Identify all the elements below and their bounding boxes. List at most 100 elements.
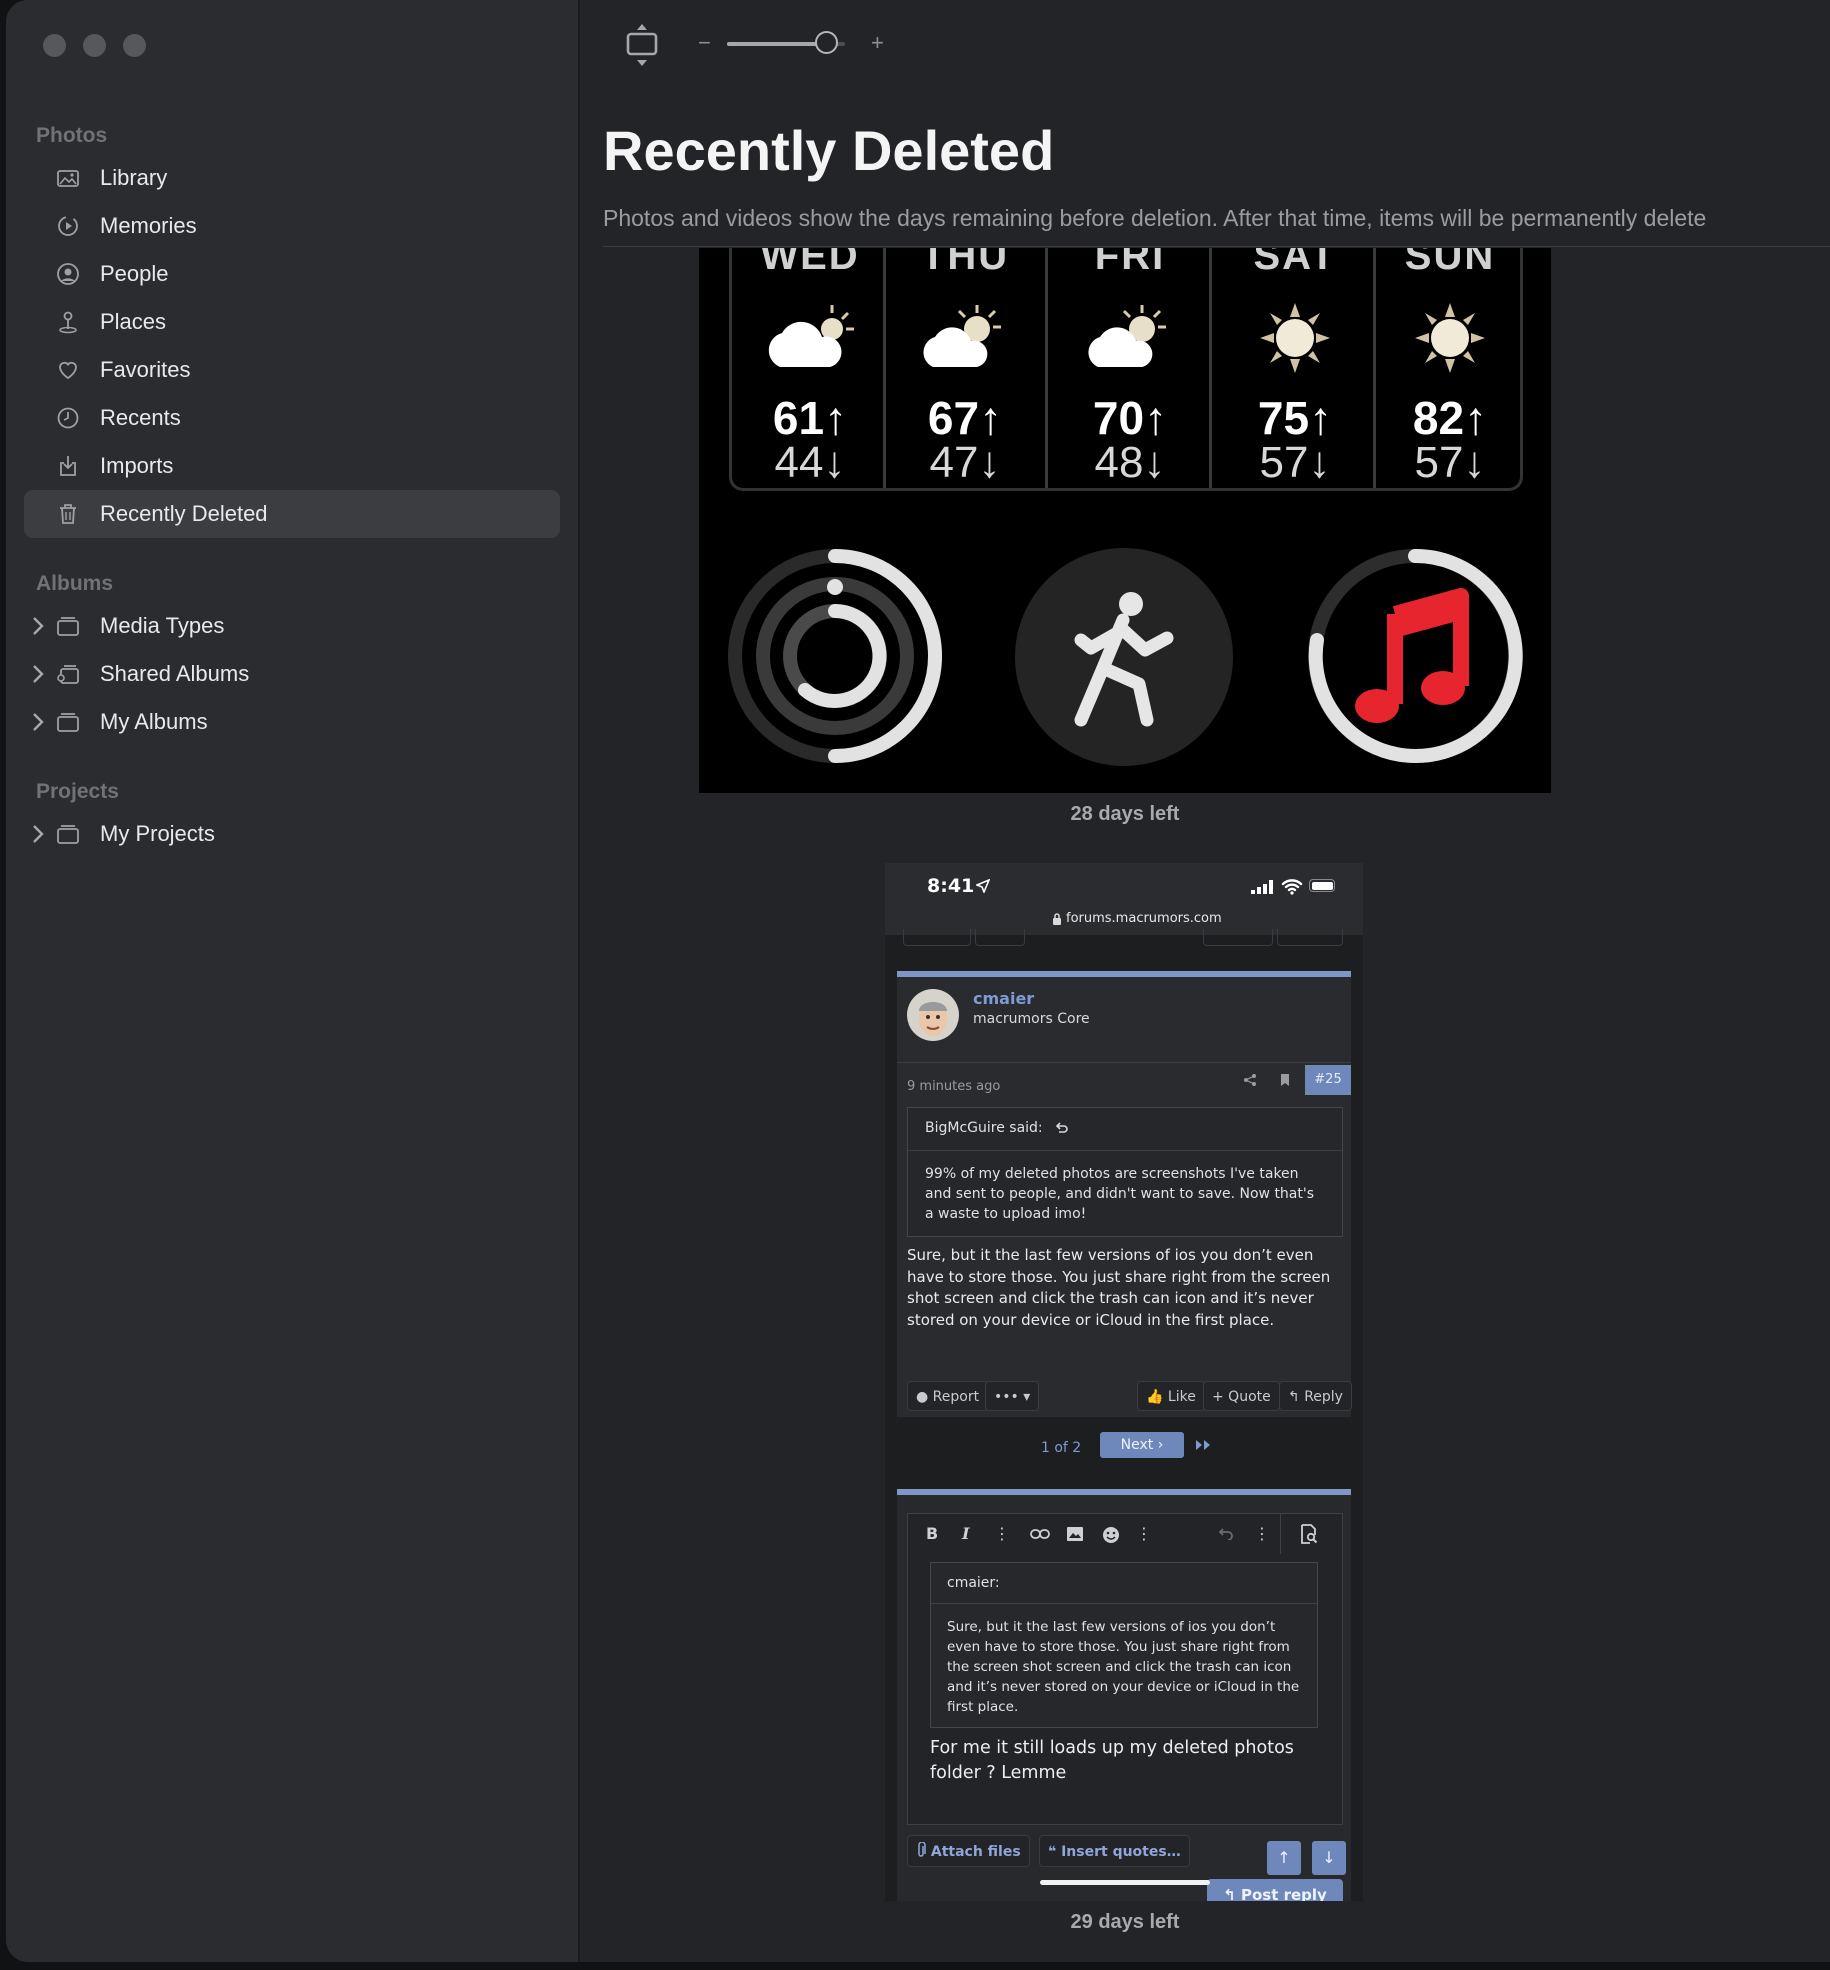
sidebar-item-memories[interactable]: Memories xyxy=(24,202,560,250)
italic-icon[interactable]: I xyxy=(962,1524,969,1543)
report-button[interactable]: ● Report xyxy=(907,1381,989,1411)
forecast-day-label: THU xyxy=(920,248,1010,278)
zoom-slider-fill xyxy=(727,42,828,46)
preview-icon[interactable] xyxy=(1300,1524,1318,1544)
status-time: 8:41 xyxy=(927,875,975,897)
pagination-page[interactable]: 1 of 2 xyxy=(1041,1440,1081,1456)
photo-thumbnail-forum-screenshot[interactable]: 8:41 forums.macrumors.com cmaier macrumo… xyxy=(885,863,1363,1901)
sun-icon xyxy=(1260,303,1330,373)
more-editor-options-icon[interactable]: ⋮ xyxy=(1254,1524,1270,1543)
post-username[interactable]: cmaier xyxy=(973,989,1034,1008)
sidebar-item-my-projects[interactable]: My Projects xyxy=(24,810,560,858)
url-bar[interactable]: forums.macrumors.com xyxy=(1066,911,1222,926)
forecast-separator xyxy=(1209,248,1212,488)
forecast-low: 48↓ xyxy=(1094,438,1166,487)
emoji-icon[interactable] xyxy=(1102,1526,1120,1544)
chevron-right-icon[interactable] xyxy=(32,824,44,844)
avatar xyxy=(907,989,959,1041)
next-page-button[interactable]: Next › xyxy=(1100,1432,1184,1458)
image-icon[interactable] xyxy=(1066,1526,1084,1542)
music-note-icon xyxy=(1308,548,1523,763)
scroll-down-button[interactable]: ↓ xyxy=(1312,1841,1346,1875)
link-icon[interactable] xyxy=(1030,1528,1050,1540)
zoom-in-button[interactable]: + xyxy=(871,30,884,56)
post-number[interactable]: #25 xyxy=(1305,1065,1351,1095)
quote-text: 99% of my deleted photos are screenshots… xyxy=(925,1166,1315,1222)
zoom-window-button[interactable] xyxy=(123,34,146,57)
forecast-high: 75↑ xyxy=(1257,392,1333,444)
quote-author[interactable]: BigMcGuire said: xyxy=(925,1120,1043,1136)
forecast-high: 61↑ xyxy=(772,392,848,444)
people-icon xyxy=(57,263,79,285)
last-page-icon[interactable] xyxy=(1195,1439,1213,1451)
sidebar-item-library[interactable]: Library xyxy=(24,154,560,202)
photos-window: Photos Library Memories People Places Fa… xyxy=(6,0,1830,1962)
undo-icon[interactable] xyxy=(1216,1528,1234,1540)
section-header-projects: Projects xyxy=(36,780,119,803)
sidebar-item-label: Memories xyxy=(100,213,197,238)
minimize-window-button[interactable] xyxy=(83,34,106,57)
forecast-day-label: WED xyxy=(760,248,860,278)
sidebar-item-imports[interactable]: Imports xyxy=(24,442,560,490)
editor-quote-text: Sure, but it the last few versions of io… xyxy=(947,1619,1300,1715)
forecast-low: 47↓ xyxy=(929,438,1001,487)
sidebar-item-label: Library xyxy=(100,165,168,190)
days-left-label: 28 days left xyxy=(1070,803,1180,825)
share-icon[interactable] xyxy=(1243,1073,1257,1087)
more-text-options-icon[interactable]: ⋮ xyxy=(994,1524,1010,1543)
location-arrow-icon xyxy=(976,879,990,893)
sidebar-item-recently-deleted[interactable]: Recently Deleted xyxy=(24,490,560,538)
zoom-slider-knob[interactable] xyxy=(815,31,839,54)
ios-status-bar: 8:41 forums.macrumors.com xyxy=(885,863,1363,935)
editor-quote-header: cmaier: xyxy=(931,1563,1317,1604)
sidebar-item-label: Recents xyxy=(100,405,181,430)
sidebar-item-media-types[interactable]: Media Types xyxy=(24,602,560,650)
sidebar-item-label: Media Types xyxy=(100,613,225,638)
bold-icon[interactable]: B xyxy=(926,1524,938,1543)
slideshow-icon[interactable] xyxy=(625,22,659,68)
sidebar-item-people[interactable]: People xyxy=(24,250,560,298)
forecast-day-sat: SAT 75↑ 57↓ xyxy=(1220,248,1370,488)
import-icon xyxy=(60,456,76,476)
sidebar-item-places[interactable]: Places xyxy=(24,298,560,346)
insert-quotes-button[interactable]: ❝ Insert quotes… xyxy=(1039,1835,1190,1867)
sidebar: Photos Library Memories People Places Fa… xyxy=(6,0,580,1962)
forecast-day-sun: SUN 82↑ 57↓ xyxy=(1375,248,1525,488)
more-actions-button[interactable]: ••• ▾ xyxy=(985,1381,1040,1411)
editor-box[interactable]: B I ⋮ ⋮ ⋮ cmaier: Sure, but it the last … xyxy=(907,1513,1343,1825)
chevron-right-icon[interactable] xyxy=(32,664,44,684)
lock-icon xyxy=(1053,913,1061,925)
bookmark-icon[interactable] xyxy=(1279,1073,1291,1087)
scroll-up-button[interactable]: ↑ xyxy=(1267,1841,1301,1875)
places-icon xyxy=(59,311,77,334)
close-window-button[interactable] xyxy=(43,34,66,57)
post-user-title: macrumors Core xyxy=(973,1011,1090,1027)
editor-reply-text[interactable]: For me it still loads up my deleted phot… xyxy=(930,1736,1316,1786)
sidebar-item-label: Places xyxy=(100,309,167,334)
sidebar-item-favorites[interactable]: Favorites xyxy=(24,346,560,394)
post-reply-button[interactable]: ↰ Post reply xyxy=(1207,1879,1343,1901)
chevron-right-icon[interactable] xyxy=(32,712,44,732)
zoom-slider[interactable] xyxy=(727,31,845,54)
attach-files-button[interactable]: Attach files xyxy=(907,1835,1030,1867)
photo-thumbnail-watch-face[interactable]: WED 61↑ 44↓ THU 67↑ 47↓ FRI 70↑ 48↓ SAT … xyxy=(699,248,1551,793)
forecast-day-thu: THU 67↑ 47↓ xyxy=(890,248,1040,488)
quote-label: + Quote xyxy=(1212,1389,1271,1405)
reply-button[interactable]: ↰ Reply xyxy=(1279,1381,1352,1411)
forecast-day-wed: WED 61↑ 44↓ xyxy=(735,248,885,488)
partly-cloudy-icon xyxy=(1088,305,1166,367)
sidebar-item-shared-albums[interactable]: Shared Albums xyxy=(24,650,560,698)
chevron-right-icon[interactable] xyxy=(32,616,44,636)
forum-post: cmaier macrumors Core 9 minutes ago #25 … xyxy=(897,971,1352,1417)
go-to-quote-icon[interactable] xyxy=(1054,1122,1068,1136)
quote-button[interactable]: + Quote xyxy=(1203,1381,1280,1411)
zoom-out-button[interactable]: − xyxy=(698,30,711,56)
more-insert-options-icon[interactable]: ⋮ xyxy=(1136,1524,1152,1543)
activity-rings-icon xyxy=(728,549,942,763)
trash-icon xyxy=(60,504,76,524)
sidebar-item-my-albums[interactable]: My Albums xyxy=(24,698,560,746)
battery-icon xyxy=(1309,879,1335,892)
attach-files-label: Attach files xyxy=(930,1844,1021,1860)
sidebar-item-recents[interactable]: Recents xyxy=(24,394,560,442)
like-button[interactable]: 👍 Like xyxy=(1137,1381,1205,1411)
